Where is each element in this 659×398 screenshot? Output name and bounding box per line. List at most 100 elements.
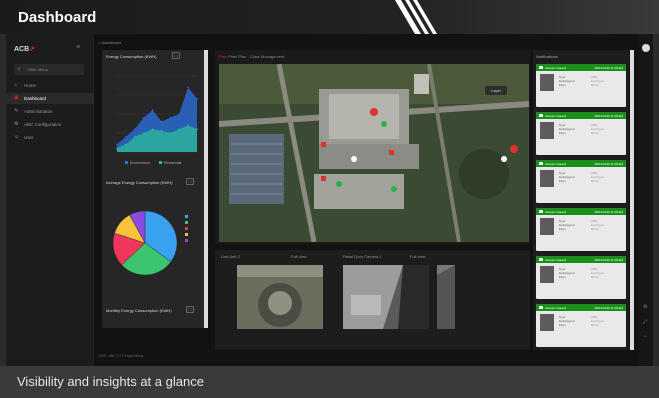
expand-icon[interactable]: □ xyxy=(186,306,194,313)
legend-swatch xyxy=(125,161,128,164)
energy-chart-title: Energy Consumption (KWH) xyxy=(106,54,157,59)
notification-subtext: ABC Employee Block xyxy=(591,123,605,135)
notification-thumbnail xyxy=(540,266,554,283)
notification-thumbnail xyxy=(540,122,554,139)
fullscreen-icon[interactable]: ⤢ xyxy=(643,319,647,325)
pie-legend-swatch xyxy=(185,215,188,218)
legend-label: Environment xyxy=(130,161,150,165)
app-footer: 2020 · ABC E-IT Engineering xyxy=(98,354,144,358)
energy-area-chart: Environment Residential xyxy=(116,75,198,165)
sidebar-item-home[interactable]: ⌂ Home xyxy=(6,80,94,91)
map-header-text: Plant Plan · Class Management xyxy=(228,54,285,59)
notification-text: Door Employee A Floor xyxy=(559,267,576,279)
notification-title: Access Granted xyxy=(545,66,567,70)
camera-3-feed[interactable] xyxy=(437,265,455,329)
user-icon: ☺ xyxy=(14,134,20,140)
camera-1-feed[interactable] xyxy=(237,265,323,329)
area-point xyxy=(142,117,145,119)
map-layer-button[interactable]: Layer xyxy=(485,86,507,95)
legend-swatch xyxy=(159,161,162,164)
notification-header: Access Granted 08/12/2019 11:08 AM xyxy=(536,208,626,215)
camera-2-full-view-button[interactable]: Full view xyxy=(410,254,426,259)
avg-energy-pie-chart xyxy=(112,210,188,276)
camera-icon xyxy=(539,210,543,213)
sidebar-item-user[interactable]: ☺ User xyxy=(6,132,94,143)
area-point xyxy=(196,128,198,130)
notification-time: 08/12/2019 11:08 AM xyxy=(594,210,623,214)
notification-time: 08/12/2019 11:08 AM xyxy=(594,114,623,118)
notification-card[interactable]: Access Granted 08/12/2019 11:08 AM Door Em… xyxy=(536,304,626,347)
notification-title: Access Granted xyxy=(545,306,567,310)
menu-filter-input[interactable]: ⌕ Filter Menu xyxy=(14,64,84,75)
notification-card[interactable]: Access Granted 08/12/2019 11:08 AM Door Em… xyxy=(536,64,626,107)
area-point xyxy=(178,128,181,130)
pie-legend-swatch xyxy=(185,221,188,224)
notification-thumbnail xyxy=(540,218,554,235)
area-point xyxy=(142,132,145,134)
site-map-panel: Plan Plant Plan · Class Management Layer xyxy=(215,50,530,244)
area-point xyxy=(125,143,127,146)
notification-text: Door Employee A Floor xyxy=(559,75,576,87)
notification-thumbnail xyxy=(540,314,554,331)
notification-title: Access Granted xyxy=(545,210,567,214)
legend-label: Residential xyxy=(164,161,182,165)
area-point xyxy=(187,124,189,127)
notification-card[interactable]: Access Granted 08/12/2019 11:08 AM Door Em… xyxy=(536,112,626,155)
notification-card[interactable]: Access Granted 08/12/2019 11:08 AM Door Em… xyxy=(536,256,626,299)
camera-icon xyxy=(539,66,543,69)
area-point xyxy=(116,143,118,146)
area-point xyxy=(125,136,127,138)
sidebar-item-configuration[interactable]: ⚙ ABC Configuration xyxy=(6,119,94,130)
pie-legend-swatch xyxy=(185,227,188,230)
notification-text: Door Employee A Floor xyxy=(559,123,576,135)
sidebar-item-label: Home xyxy=(24,83,37,88)
energy-widgets-column: Energy Consumption (KWH) □ Environment Re… xyxy=(102,50,204,328)
avatar[interactable] xyxy=(642,44,650,52)
decorative-stripes xyxy=(395,0,437,34)
pie-legend-swatch xyxy=(185,233,188,236)
widgets-scrollbar[interactable] xyxy=(204,50,208,328)
notification-text: Door Employee A Floor xyxy=(559,315,576,327)
sidebar-item-administration[interactable]: ✎ Administration xyxy=(6,106,94,117)
notification-subtext: ABC Employee Block xyxy=(591,315,605,327)
notification-time: 08/12/2019 11:08 AM xyxy=(594,162,623,166)
app-logo: ACB↗ xyxy=(14,46,36,53)
camera-2-feed[interactable] xyxy=(343,265,429,329)
area-point xyxy=(178,113,181,115)
notification-thumbnail xyxy=(540,74,554,91)
pie-legend-swatch xyxy=(185,239,188,242)
app-window: ACB↗ ≡ ⌕ Filter Menu ⌂ Home ▣ Dashboard … xyxy=(6,34,653,366)
area-point xyxy=(151,128,154,130)
area-point xyxy=(116,147,118,149)
notification-text: Door Employee A Floor xyxy=(559,171,576,183)
bell-icon[interactable]: ◔ xyxy=(643,334,646,340)
aerial-site-map[interactable] xyxy=(219,64,529,242)
dashboard-icon: ▣ xyxy=(14,95,19,101)
settings-icon[interactable]: ⚙ xyxy=(643,304,647,310)
area-point xyxy=(133,136,136,138)
sidebar-item-label: Administration xyxy=(24,109,53,114)
notifications-scrollbar[interactable] xyxy=(630,50,634,350)
camera-1-full-view-button[interactable]: Full view xyxy=(291,254,307,259)
menu-filter-placeholder: Filter Menu xyxy=(28,67,49,72)
sidebar-item-dashboard[interactable]: ▣ Dashboard xyxy=(6,93,94,104)
notification-card[interactable]: Access Granted 08/12/2019 11:08 AM Door Em… xyxy=(536,208,626,251)
notification-header: Access Granted 08/12/2019 11:08 AM xyxy=(536,304,626,311)
map-plan-tab[interactable]: Plan xyxy=(219,54,227,59)
expand-icon[interactable]: □ xyxy=(186,178,194,185)
notification-card[interactable]: Access Granted 08/12/2019 11:08 AM Door Em… xyxy=(536,160,626,203)
camera-icon xyxy=(539,162,543,165)
wrench-icon: ✎ xyxy=(14,108,19,114)
sidebar-item-label: User xyxy=(24,135,34,140)
search-icon: ⌕ xyxy=(18,66,21,72)
notification-subtext: ABC Employee Block xyxy=(591,171,605,183)
notification-subtext: ABC Employee Block xyxy=(591,75,605,87)
map-header: Plan Plant Plan · Class Management xyxy=(219,54,284,59)
notifications-title: Notifications xyxy=(536,54,558,59)
expand-icon[interactable]: □ xyxy=(172,52,180,59)
sidebar-item-label: Dashboard xyxy=(24,96,47,101)
camera-icon xyxy=(539,114,543,117)
notification-title: Access Granted xyxy=(545,258,567,262)
collapse-menu-icon[interactable]: ≡ xyxy=(76,44,80,51)
camera-1-label: Unit Unit 2 xyxy=(221,254,240,259)
